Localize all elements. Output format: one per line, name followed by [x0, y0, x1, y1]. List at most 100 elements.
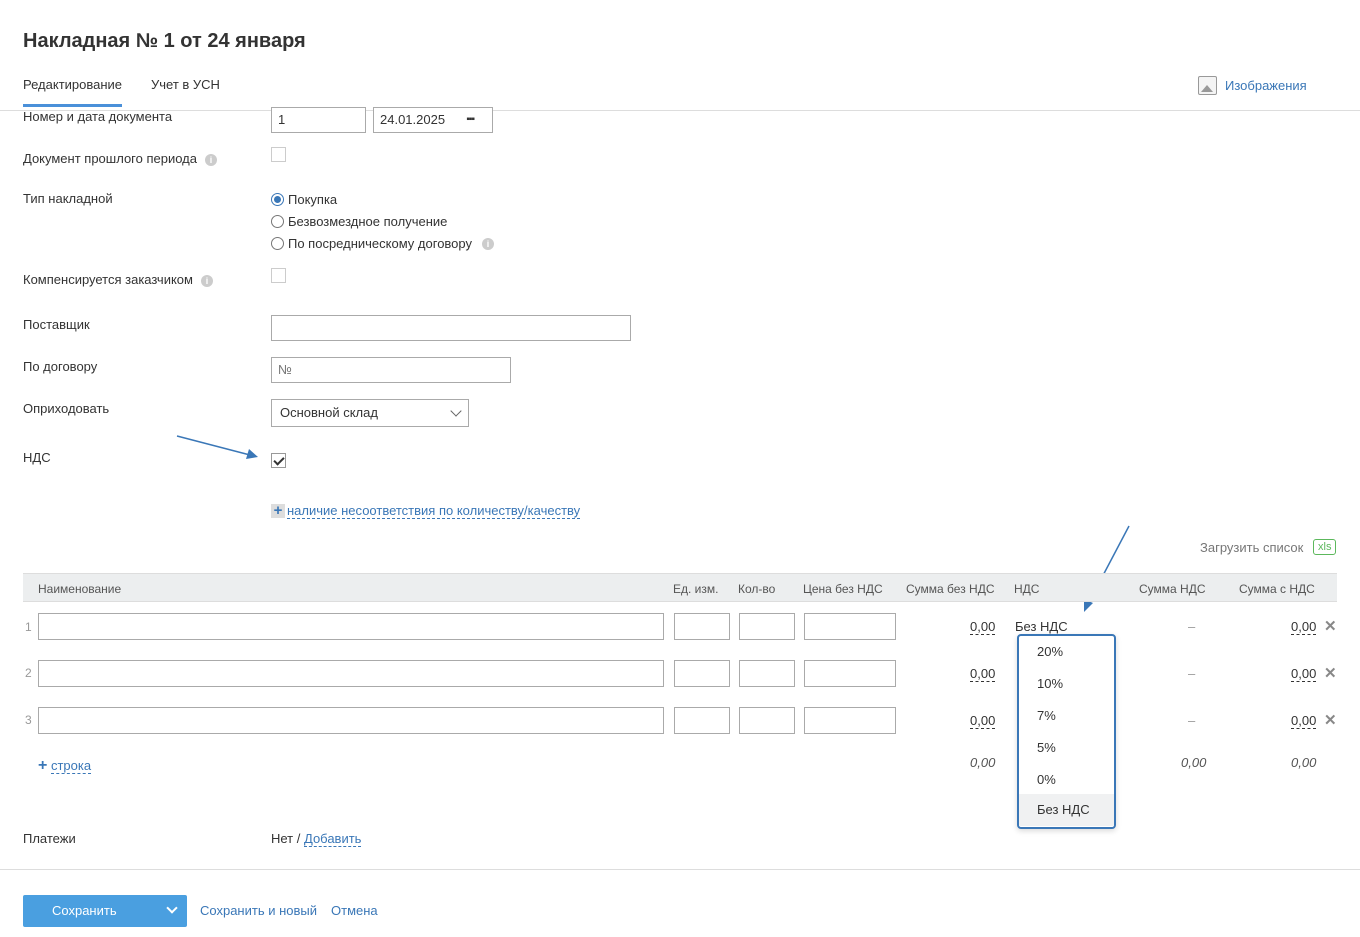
contract-label: По договору	[23, 359, 98, 374]
col-name: Наименование	[38, 582, 122, 596]
payments-none-text: Нет /	[271, 831, 301, 846]
col-vat-sum: Сумма НДС	[1139, 582, 1206, 596]
image-icon	[1198, 76, 1217, 95]
doc-date-value: 24.01.2025	[380, 112, 446, 127]
page-title: Накладная № 1 от 24 января	[23, 30, 306, 52]
contract-input[interactable]: №	[271, 357, 511, 383]
radio-purchase-label: Покупка	[288, 192, 338, 207]
total-vat-sum: 0,00	[1181, 755, 1207, 770]
col-price: Цена без НДС	[803, 582, 883, 596]
row-number: 1	[25, 620, 32, 634]
price-input[interactable]	[804, 613, 896, 640]
col-qty: Кол-во	[738, 582, 776, 596]
item-name-input[interactable]	[38, 660, 664, 687]
cancel-button[interactable]: Отмена	[331, 903, 378, 918]
delete-row-icon[interactable]: ✕	[1324, 617, 1337, 635]
tabs-divider	[0, 110, 1360, 111]
radio-free-receipt-label: Безвозмездное получение	[288, 214, 448, 229]
vat-option-20[interactable]: 20%	[1019, 636, 1114, 668]
invoice-type-label: Тип накладной	[23, 191, 113, 206]
xls-upload-button[interactable]: xls	[1313, 539, 1337, 555]
delete-row-icon[interactable]: ✕	[1324, 664, 1337, 682]
sum-no-vat-value[interactable]: 0,00	[970, 620, 996, 635]
prev-period-label: Документ прошлого периода i	[23, 151, 217, 166]
price-input[interactable]	[804, 660, 896, 687]
add-payment-link[interactable]: Добавить	[304, 831, 362, 847]
vat-sum-value: –	[1188, 713, 1196, 728]
payments-value: Нет / Добавить	[271, 831, 362, 847]
save-button[interactable]: Сохранить	[23, 895, 187, 927]
radio-agency[interactable]: По посредническому договору i	[271, 236, 494, 251]
vat-sum-value: –	[1188, 666, 1196, 681]
radio-free-receipt[interactable]: Безвозмездное получение	[271, 214, 447, 229]
vat-checkbox[interactable]	[271, 453, 286, 468]
vat-option-5[interactable]: 5%	[1019, 732, 1114, 764]
doc-number-label: Номер и дата документа	[23, 109, 173, 124]
col-unit: Ед. изм.	[673, 582, 719, 596]
annotation-arrow-icon	[1084, 525, 1130, 612]
doc-number-input[interactable]: 1	[271, 107, 366, 133]
supplier-input[interactable]	[271, 315, 631, 341]
radio-agency-label: По посредническому договору	[288, 236, 472, 251]
radio-button[interactable]	[271, 193, 284, 206]
radio-button[interactable]	[271, 215, 284, 228]
vat-option-none[interactable]: Без НДС	[1019, 794, 1114, 826]
info-icon[interactable]: i	[200, 274, 213, 287]
upload-list-label[interactable]: Загрузить список	[1200, 540, 1303, 555]
info-icon[interactable]: i	[205, 153, 217, 166]
vat-option-0[interactable]: 0%	[1019, 764, 1114, 796]
col-sum-vat: Сумма с НДС	[1239, 582, 1315, 596]
sum-no-vat-value[interactable]: 0,00	[970, 667, 996, 682]
unit-input[interactable]	[674, 660, 730, 687]
item-name-input[interactable]	[38, 707, 664, 734]
doc-date-input[interactable]: 24.01.2025 ▪▪▪	[373, 107, 493, 133]
chevron-down-icon	[450, 405, 462, 417]
vat-sum-value: –	[1188, 619, 1196, 634]
info-icon[interactable]: i	[482, 237, 494, 250]
vat-option-7[interactable]: 7%	[1019, 700, 1114, 732]
qty-input[interactable]	[739, 707, 795, 734]
warehouse-select[interactable]: Основной склад	[271, 399, 469, 427]
discrepancy-link[interactable]: + наличие несоответствия по количеству/ка…	[271, 503, 581, 519]
calendar-icon[interactable]: ▪▪▪	[466, 108, 475, 132]
total-sum-vat: 0,00	[1291, 755, 1317, 770]
col-sum-no-vat: Сумма без НДС	[906, 582, 995, 596]
save-button-label: Сохранить	[52, 903, 117, 918]
vat-option-10[interactable]: 10%	[1019, 668, 1114, 700]
prev-period-label-text: Документ прошлого периода	[23, 151, 197, 166]
delete-row-icon[interactable]: ✕	[1324, 711, 1337, 729]
price-input[interactable]	[804, 707, 896, 734]
tab-editing[interactable]: Редактирование	[23, 77, 123, 107]
compensated-checkbox[interactable]	[271, 268, 286, 283]
sum-vat-value[interactable]: 0,00	[1291, 620, 1317, 635]
chevron-down-icon[interactable]	[166, 902, 178, 914]
radio-button[interactable]	[271, 237, 284, 250]
row-number: 2	[25, 666, 32, 680]
prev-period-checkbox[interactable]	[271, 147, 286, 162]
unit-input[interactable]	[674, 707, 730, 734]
compensated-label: Компенсируется заказчиком i	[23, 272, 213, 287]
compensated-label-text: Компенсируется заказчиком	[23, 272, 193, 287]
qty-input[interactable]	[739, 660, 795, 687]
item-name-input[interactable]	[38, 613, 664, 640]
warehouse-label: Оприходовать	[23, 401, 110, 416]
total-sum-no-vat: 0,00	[970, 755, 996, 770]
images-link[interactable]: Изображения	[1198, 76, 1307, 95]
discrepancy-link-label: наличие несоответствия по количеству/кач…	[287, 503, 581, 519]
sum-vat-value[interactable]: 0,00	[1291, 667, 1317, 682]
add-row-link[interactable]: + строка	[38, 757, 92, 775]
sum-vat-value[interactable]: 0,00	[1291, 714, 1317, 729]
vat-rate-dropdown[interactable]: 20% 10% 7% 5% 0% Без НДС	[1017, 634, 1116, 829]
vat-label: НДС	[23, 450, 51, 465]
qty-input[interactable]	[739, 613, 795, 640]
annotation-arrow-icon	[176, 435, 258, 459]
radio-purchase[interactable]: Покупка	[271, 192, 337, 207]
plus-icon: +	[271, 503, 285, 518]
unit-input[interactable]	[674, 613, 730, 640]
sum-no-vat-value[interactable]: 0,00	[970, 714, 996, 729]
warehouse-select-value: Основной склад	[280, 405, 378, 420]
payments-label: Платежи	[23, 831, 76, 846]
save-and-new-button[interactable]: Сохранить и новый	[200, 903, 317, 918]
vat-rate-value[interactable]: Без НДС	[1015, 619, 1068, 634]
tab-usn[interactable]: Учет в УСН	[151, 77, 220, 92]
